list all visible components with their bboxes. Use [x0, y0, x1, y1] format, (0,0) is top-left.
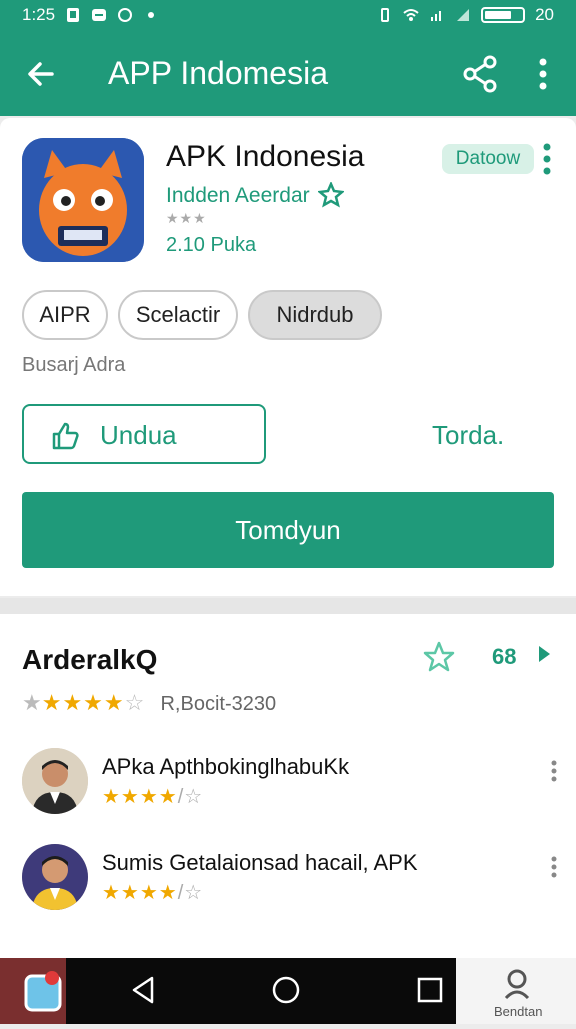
- rating-stars-small: ★★★: [166, 210, 207, 226]
- back-arrow-icon[interactable]: [22, 54, 62, 94]
- section-divider: [0, 598, 576, 614]
- app-details-card: APK Indonesia Indden Aeerdar ★★★ 2.10 Pu…: [0, 118, 576, 596]
- review-author: APka ApthbokinglhabuKk: [102, 754, 350, 779]
- app-price: 2.10 Puka: [166, 234, 257, 256]
- more-options-icon[interactable]: [550, 856, 558, 878]
- developer-link[interactable]: Indden Aeerdar: [166, 184, 310, 208]
- chip-3[interactable]: Nidrdub: [248, 290, 382, 340]
- primary-button[interactable]: Tomdyun: [22, 492, 554, 568]
- chevron-right-icon[interactable]: [536, 644, 552, 664]
- battery-icon: [481, 7, 526, 23]
- chip-2[interactable]: Scelactir: [118, 290, 238, 340]
- profile-tab-label: Bendtan: [494, 1004, 543, 1019]
- app-bar: APP Indomesia: [0, 30, 576, 116]
- review-stars: ★★★★/☆: [102, 786, 204, 808]
- recents-nav-icon[interactable]: [414, 974, 446, 1006]
- wifi-icon: [403, 9, 419, 21]
- badge-more-icon[interactable]: [542, 142, 552, 176]
- star-empty-icon-2: ☆: [124, 690, 145, 715]
- chip-1[interactable]: AIPR: [22, 290, 108, 340]
- subtitle-text: Busarj Adra: [22, 354, 126, 376]
- notification-icon: [67, 8, 80, 22]
- review-author: Sumis Getalaionsad hacail, APK: [102, 850, 418, 875]
- more-options-icon[interactable]: [550, 760, 558, 782]
- app-name: APK Indonesia: [166, 140, 365, 173]
- thumbs-up-icon: [52, 422, 79, 450]
- review-item[interactable]: APka ApthbokinglhabuKk ★★★★/☆: [22, 748, 562, 818]
- rating-meta: R,Bocit-3230: [160, 693, 277, 715]
- status-bar: 1:25 20: [0, 0, 576, 30]
- vibrate-icon: [381, 8, 390, 22]
- reviews-card: ArderalkQ 68 ★★★★★☆ R,Bocit-3230 APka Ap…: [0, 614, 576, 958]
- avatar: [22, 844, 88, 910]
- user-icon: [504, 969, 530, 1000]
- app-icon: [22, 138, 144, 262]
- verified-icon: [318, 182, 344, 208]
- reviews-title: ArderalkQ: [22, 644, 158, 675]
- dot-icon: [148, 12, 155, 18]
- home-nav-icon[interactable]: [270, 974, 302, 1006]
- page-title: APP Indomesia: [108, 55, 328, 91]
- reviews-count[interactable]: 68: [492, 644, 516, 670]
- profile-tab[interactable]: Bendtan: [456, 958, 576, 1024]
- navigation-bar: Bendtan: [0, 958, 576, 1024]
- install-button[interactable]: Undua: [22, 404, 266, 464]
- install-label: Undua: [100, 420, 177, 450]
- more-options-icon[interactable]: [528, 54, 558, 94]
- signal-icon: [431, 11, 442, 21]
- signal-icon-2: [457, 9, 470, 21]
- avatar: [22, 748, 88, 814]
- review-item[interactable]: Sumis Getalaionsad hacail, APK ★★★★/☆: [22, 844, 562, 914]
- circle-icon: [118, 8, 133, 22]
- review-stars: ★★★★/☆: [102, 882, 204, 904]
- status-time: 1:25: [22, 5, 56, 24]
- back-nav-icon[interactable]: [128, 974, 160, 1006]
- battery-text: 20: [535, 5, 554, 24]
- star-outline-icon[interactable]: [422, 640, 456, 674]
- rating-summary: ★★★★★☆ R,Bocit-3230: [22, 690, 276, 716]
- star-empty-icon: ★: [22, 690, 42, 715]
- status-badge[interactable]: Datoow: [442, 144, 534, 174]
- message-icon: [92, 9, 107, 21]
- app-thumbnail[interactable]: [0, 958, 66, 1024]
- secondary-link[interactable]: Torda.: [432, 420, 504, 451]
- share-icon[interactable]: [460, 54, 500, 94]
- rating-stars: ★★★★: [41, 690, 125, 715]
